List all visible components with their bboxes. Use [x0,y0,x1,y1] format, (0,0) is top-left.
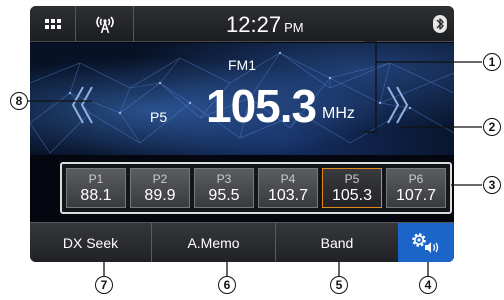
frequency-unit: MHz [322,105,355,122]
callout-3: 3 [483,176,501,194]
band-label: FM1 [228,57,256,73]
softkey-bar: DX Seek A.Memo Band [30,222,454,262]
preset-button-p5[interactable]: P5 105.3 [322,168,382,208]
menu-grid-icon [44,19,61,29]
audio-settings-button[interactable] [398,223,454,262]
preset-label: P4 [280,172,296,186]
seek-up-icon[interactable] [384,85,410,125]
clock-time: 12:27 [226,12,282,37]
preset-button-p2[interactable]: P2 89.9 [130,168,190,208]
preset-frequency: 107.7 [395,187,437,204]
callout-6: 6 [218,276,236,294]
dx-seek-button[interactable]: DX Seek [30,223,152,262]
preset-frequency: 105.3 [331,187,373,204]
preset-frequency: 89.9 [144,187,176,204]
preset-frequency: 88.1 [80,187,112,204]
preset-list: P1 88.1 P2 89.9 P3 95.5 P4 103.7 P5 105.… [60,162,452,214]
settings-gear-sound-icon [412,233,439,253]
preset-label: P5 [344,172,360,186]
status-bar: 12:27 PM [30,6,454,42]
callout-4: 4 [419,276,437,294]
preset-button-p4[interactable]: P4 103.7 [258,168,318,208]
clock: 12:27 PM [226,12,304,38]
seek-down-icon[interactable] [70,85,96,125]
band-button[interactable]: Band [276,223,398,262]
preset-button-p1[interactable]: P1 88.1 [66,168,126,208]
frequency-display: 105.3 [206,80,317,132]
preset-label: P6 [408,172,424,186]
preset-frequency: 103.7 [267,187,309,204]
menu-button[interactable] [30,6,76,42]
callout-2: 2 [483,118,501,136]
preset-label: P2 [152,172,168,186]
preset-label: P3 [216,172,232,186]
preset-button-p3[interactable]: P3 95.5 [194,168,254,208]
radio-source-button[interactable] [76,6,134,42]
callout-8: 8 [10,92,28,110]
clock-am-pm: PM [284,20,304,35]
callout-5: 5 [330,276,348,294]
head-unit-screen: 12:27 PM FM1 P5 105.3 MHz P1 88.1 P2 89.… [30,6,454,262]
a-memo-button[interactable]: A.Memo [152,223,276,262]
callout-7: 7 [95,276,113,294]
preset-frequency: 95.5 [208,187,240,204]
preset-button-p6[interactable]: P6 107.7 [386,168,446,208]
bluetooth-icon [433,15,447,33]
tuner-display: FM1 P5 105.3 MHz [30,43,454,155]
radio-antenna-icon [95,16,114,34]
callout-1: 1 [483,53,501,71]
current-preset: P5 [150,109,168,125]
preset-label: P1 [88,172,104,186]
